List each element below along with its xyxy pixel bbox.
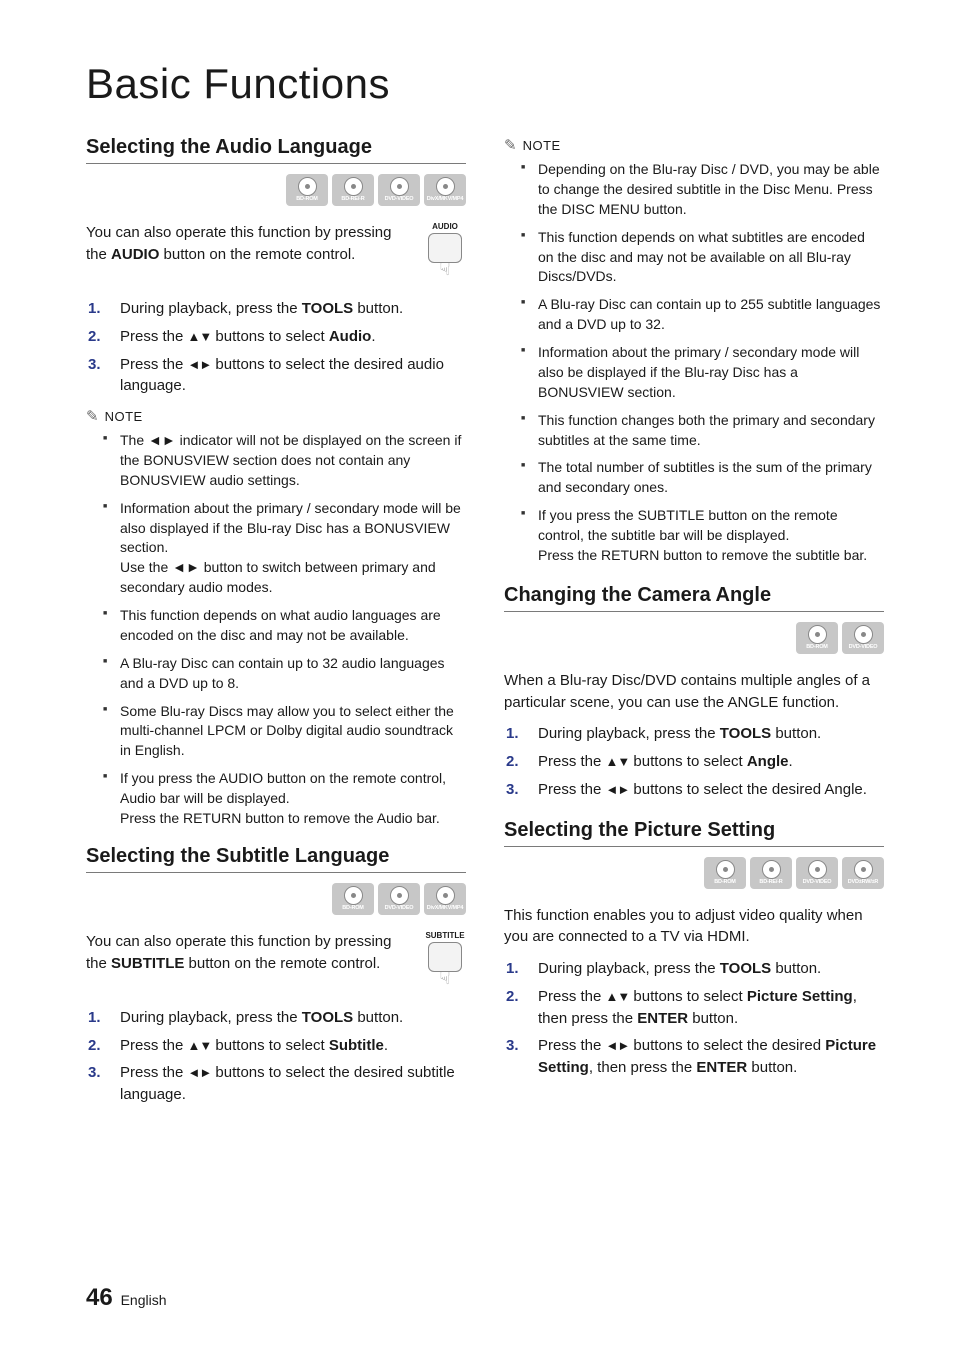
audio-note-header: ✎ NOTE — [86, 407, 466, 425]
note-item: The ◄► indicator will not be displayed o… — [120, 431, 466, 491]
pen-icon: ✎ — [504, 136, 517, 154]
note-item: Information about the primary / secondar… — [538, 343, 884, 403]
section-divider — [504, 611, 884, 612]
audio-remote-row: You can also operate this function by pr… — [86, 222, 466, 280]
audio-intro-text: You can also operate this function by pr… — [86, 222, 410, 266]
note-item: If you press the AUDIO button on the rem… — [120, 769, 466, 829]
disc-badge-bd-rom: BD-ROM — [796, 622, 838, 654]
step-item: Press the ◄► buttons to select the desir… — [86, 1062, 466, 1106]
subtitle-steps: During playback, press the TOOLS button.… — [86, 1007, 466, 1106]
step-item: During playback, press the TOOLS button. — [86, 1007, 466, 1029]
text: button on the remote control. — [184, 955, 380, 972]
section-divider — [86, 872, 466, 873]
disc-badge-dvd-video: DVD-VIDEO — [378, 883, 420, 915]
disc-badge-dvd-rw-r: DVD±RW/±R — [842, 857, 884, 889]
subtitle-intro-text: You can also operate this function by pr… — [86, 931, 410, 975]
note-item: The total number of subtitles is the sum… — [538, 458, 884, 498]
button-shape — [428, 233, 462, 263]
disc-badge-dvd-video: DVD-VIDEO — [796, 857, 838, 889]
note-item: Depending on the Blu-ray Disc / DVD, you… — [538, 160, 884, 220]
disc-badge-divx: DivX/MKV/MP4 — [424, 883, 466, 915]
note-item: A Blu-ray Disc can contain up to 32 audi… — [120, 654, 466, 694]
note-item: This function depends on what subtitles … — [538, 228, 884, 288]
picture-steps: During playback, press the TOOLS button.… — [504, 958, 884, 1079]
step-item: During playback, press the TOOLS button. — [504, 723, 884, 745]
camera-steps: During playback, press the TOOLS button.… — [504, 723, 884, 800]
text: AUDIO — [111, 246, 159, 263]
audio-disc-badges: BD-ROM BD-RE/-R DVD-VIDEO DivX/MKV/MP4 — [86, 174, 466, 206]
picture-setting-heading: Selecting the Picture Setting — [504, 819, 884, 842]
page-container: Basic Functions Selecting the Audio Lang… — [0, 0, 954, 1354]
page-footer: 46 English — [86, 1284, 167, 1312]
subtitle-lang-heading: Selecting the Subtitle Language — [86, 845, 466, 868]
note-item: This function changes both the primary a… — [538, 411, 884, 451]
step-item: Press the ▲▼ buttons to select Picture S… — [504, 986, 884, 1030]
camera-disc-badges: BD-ROM DVD-VIDEO — [504, 622, 884, 654]
text: button on the remote control. — [159, 246, 355, 263]
right-column: ✎ NOTE Depending on the Blu-ray Disc / D… — [504, 136, 884, 1116]
audio-lang-heading: Selecting the Audio Language — [86, 136, 466, 159]
note-label: NOTE — [105, 409, 143, 424]
note-item: A Blu-ray Disc can contain up to 255 sub… — [538, 295, 884, 335]
page-title: Basic Functions — [86, 60, 884, 108]
subtitle-btn-caption: SUBTITLE — [425, 931, 464, 940]
audio-steps: During playback, press the TOOLS button.… — [86, 298, 466, 397]
step-item: Press the ◄► buttons to select the desir… — [504, 1035, 884, 1079]
note-label: NOTE — [523, 138, 561, 153]
disc-badge-bd-rom: BD-ROM — [332, 883, 374, 915]
disc-badge-bd-re-r: BD-RE/-R — [750, 857, 792, 889]
camera-angle-heading: Changing the Camera Angle — [504, 584, 884, 607]
disc-badge-bd-rom: BD-ROM — [704, 857, 746, 889]
step-item: Press the ▲▼ buttons to select Subtitle. — [86, 1035, 466, 1057]
disc-badge-dvd-video: DVD-VIDEO — [842, 622, 884, 654]
subtitle-remote-row: You can also operate this function by pr… — [86, 931, 466, 989]
subtitle-disc-badges: BD-ROM DVD-VIDEO DivX/MKV/MP4 — [86, 883, 466, 915]
note-item: Information about the primary / secondar… — [120, 499, 466, 598]
pen-icon: ✎ — [86, 407, 99, 425]
disc-badge-divx: DivX/MKV/MP4 — [424, 174, 466, 206]
page-number: 46 — [86, 1284, 113, 1311]
audio-btn-caption: AUDIO — [432, 222, 458, 231]
disc-badge-bd-re-r: BD-RE/-R — [332, 174, 374, 206]
button-shape — [428, 942, 462, 972]
left-column: Selecting the Audio Language BD-ROM BD-R… — [86, 136, 466, 1116]
subtitle-notes-list: Depending on the Blu-ray Disc / DVD, you… — [504, 160, 884, 566]
step-item: Press the ◄► buttons to select the desir… — [504, 779, 884, 801]
step-item: Press the ▲▼ buttons to select Audio. — [86, 326, 466, 348]
text: SUBTITLE — [111, 955, 184, 972]
two-column-layout: Selecting the Audio Language BD-ROM BD-R… — [86, 136, 884, 1116]
section-divider — [86, 163, 466, 164]
subtitle-note-header: ✎ NOTE — [504, 136, 884, 154]
picture-disc-badges: BD-ROM BD-RE/-R DVD-VIDEO DVD±RW/±R — [504, 857, 884, 889]
disc-badge-dvd-video: DVD-VIDEO — [378, 174, 420, 206]
audio-notes-list: The ◄► indicator will not be displayed o… — [86, 431, 466, 829]
step-item: During playback, press the TOOLS button. — [504, 958, 884, 980]
audio-button-illustration: AUDIO ☟ — [424, 222, 466, 280]
step-item: Press the ◄► buttons to select the desir… — [86, 354, 466, 398]
note-item: This function depends on what audio lang… — [120, 606, 466, 646]
section-divider — [504, 846, 884, 847]
step-item: During playback, press the TOOLS button. — [86, 298, 466, 320]
camera-intro-text: When a Blu-ray Disc/DVD contains multipl… — [504, 670, 884, 714]
footer-language: English — [121, 1292, 167, 1308]
step-item: Press the ▲▼ buttons to select Angle. — [504, 751, 884, 773]
disc-badge-bd-rom: BD-ROM — [286, 174, 328, 206]
subtitle-button-illustration: SUBTITLE ☟ — [424, 931, 466, 989]
picture-intro-text: This function enables you to adjust vide… — [504, 905, 884, 949]
note-item: If you press the SUBTITLE button on the … — [538, 506, 884, 566]
note-item: Some Blu-ray Discs may allow you to sele… — [120, 702, 466, 762]
